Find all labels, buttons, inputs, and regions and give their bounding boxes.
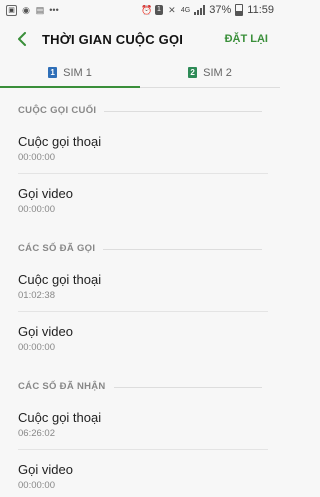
alarm-icon: ⏰ <box>141 5 153 15</box>
messenger-icon: ◉ <box>22 5 30 15</box>
section-divider <box>104 111 262 112</box>
list-item-last-video[interactable]: Gọi video 00:00:00 <box>0 174 280 226</box>
signal-icon <box>194 5 206 15</box>
item-duration: 01:02:38 <box>18 289 55 301</box>
status-right: ⏰ 1 ✕ 4G 37% 11:59 <box>141 4 274 16</box>
item-duration: 00:00:00 <box>18 479 55 491</box>
item-duration: 00:00:00 <box>18 151 55 163</box>
message-icon: ▤ <box>35 5 45 15</box>
item-duration: 06:26:02 <box>18 427 55 439</box>
item-label: Cuộc gọi thoại <box>18 409 102 425</box>
status-bar: ▣ ◉ ▤ ••• ⏰ 1 ✕ 4G 37% 11:59 <box>0 0 280 20</box>
list-item-received-video[interactable]: Gọi video 00:00:00 <box>0 450 280 497</box>
section-title: CUỘC GỌI CUỐI <box>18 105 97 116</box>
section-title: CÁC SỐ ĐÃ GỌI <box>18 243 96 254</box>
tab-sim1[interactable]: 1 SIM 1 <box>0 58 140 88</box>
status-left: ▣ ◉ ▤ ••• <box>6 4 59 16</box>
item-duration: 00:00:00 <box>18 203 55 215</box>
mute-icon: ✕ <box>168 5 176 15</box>
network-type: 4G <box>180 6 191 14</box>
list-item-dialed-video[interactable]: Gọi video 00:00:00 <box>0 312 280 364</box>
section-header-last-call: CUỘC GỌI CUỐI <box>0 88 280 122</box>
back-button[interactable] <box>12 29 32 49</box>
back-arrow-icon <box>18 32 26 46</box>
section-title: CÁC SỐ ĐÃ NHẬN <box>18 381 106 392</box>
item-duration: 00:00:00 <box>18 341 55 353</box>
tab-sim2[interactable]: 2 SIM 2 <box>140 58 280 87</box>
item-label: Cuộc gọi thoại <box>18 133 102 149</box>
tab-sim1-label: SIM 1 <box>63 66 92 79</box>
item-label: Gọi video <box>18 461 73 477</box>
list-item-dialed-voice[interactable]: Cuộc gọi thoại 01:02:38 <box>0 260 280 312</box>
item-label: Cuộc gọi thoại <box>18 271 102 287</box>
call-duration-screen: ▣ ◉ ▤ ••• ⏰ 1 ✕ 4G 37% 11:59 THỜI GIAN C… <box>0 0 280 497</box>
section-divider <box>103 249 262 250</box>
section-divider <box>113 387 262 388</box>
tab-sim2-label: SIM 2 <box>203 66 232 79</box>
battery-percent: 37% <box>209 4 232 16</box>
list-item-received-voice[interactable]: Cuộc gọi thoại 06:26:02 <box>0 398 280 450</box>
more-dots-icon: ••• <box>49 5 59 15</box>
app-header: THỜI GIAN CUỘC GỌI ĐẶT LẠI <box>0 20 280 58</box>
item-label: Gọi video <box>18 323 73 339</box>
sim-tabs: 1 SIM 1 2 SIM 2 <box>0 58 280 88</box>
image-notification-icon: ▣ <box>6 4 17 16</box>
clock: 11:59 <box>247 4 274 16</box>
section-header-received: CÁC SỐ ĐÃ NHẬN <box>0 364 280 398</box>
sim1-icon: 1 <box>48 67 58 78</box>
sim-indicator-icon: 1 <box>155 5 163 15</box>
section-header-dialed: CÁC SỐ ĐÃ GỌI <box>0 226 280 260</box>
item-label: Gọi video <box>18 185 73 201</box>
sim2-icon: 2 <box>188 67 198 78</box>
list-item-last-voice[interactable]: Cuộc gọi thoại 00:00:00 <box>0 122 280 174</box>
reset-button[interactable]: ĐẶT LẠI <box>223 29 270 49</box>
battery-icon <box>235 4 244 16</box>
page-title: THỜI GIAN CUỘC GỌI <box>42 31 184 47</box>
